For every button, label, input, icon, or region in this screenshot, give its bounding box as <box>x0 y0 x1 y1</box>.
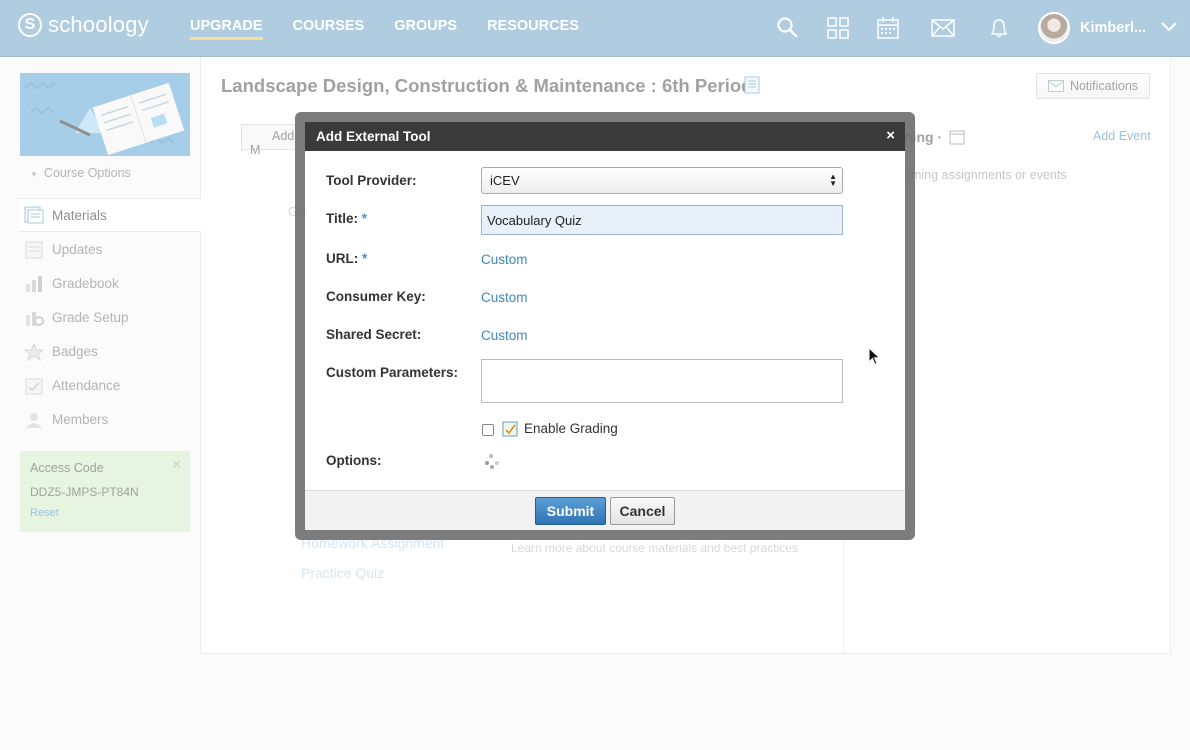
gradebook-icon <box>502 421 518 437</box>
select-arrows-icon: ▲ ▼ <box>829 172 837 188</box>
mouse-cursor-icon <box>868 347 881 366</box>
title-input[interactable]: Vocabulary Quiz <box>481 205 843 235</box>
title-label: Title: * <box>326 211 367 226</box>
enable-grading-label: Enable Grading <box>524 421 618 436</box>
title-label-text: Title: <box>326 211 359 226</box>
required-marker: * <box>362 251 368 266</box>
custom-parameters-textarea[interactable] <box>481 359 843 403</box>
add-external-tool-dialog: Add External Tool × Tool Provider: iCEV … <box>305 122 905 530</box>
consumer-key-custom-link[interactable]: Custom <box>481 290 528 305</box>
loading-spinner-icon <box>485 454 499 469</box>
shared-secret-label: Shared Secret: <box>326 327 422 342</box>
tool-provider-value: iCEV <box>490 173 520 188</box>
url-custom-link[interactable]: Custom <box>481 252 528 267</box>
custom-parameters-label: Custom Parameters: <box>326 365 459 380</box>
dialog-title: Add External Tool <box>316 129 431 144</box>
url-label-text: URL: <box>326 251 359 266</box>
dialog-footer: Submit Cancel <box>305 490 905 530</box>
cancel-button[interactable]: Cancel <box>610 497 675 525</box>
consumer-key-label: Consumer Key: <box>326 289 426 304</box>
url-label: URL: * <box>326 251 367 266</box>
tool-provider-label: Tool Provider: <box>326 173 417 188</box>
submit-button[interactable]: Submit <box>535 497 606 525</box>
options-label: Options: <box>326 453 382 468</box>
tool-provider-select[interactable]: iCEV ▲ ▼ <box>481 167 843 194</box>
close-icon[interactable]: × <box>886 127 895 144</box>
dialog-header: Add External Tool × <box>305 122 905 151</box>
shared-secret-custom-link[interactable]: Custom <box>481 328 528 343</box>
required-marker: * <box>361 211 368 226</box>
enable-grading-checkbox[interactable] <box>482 424 494 436</box>
